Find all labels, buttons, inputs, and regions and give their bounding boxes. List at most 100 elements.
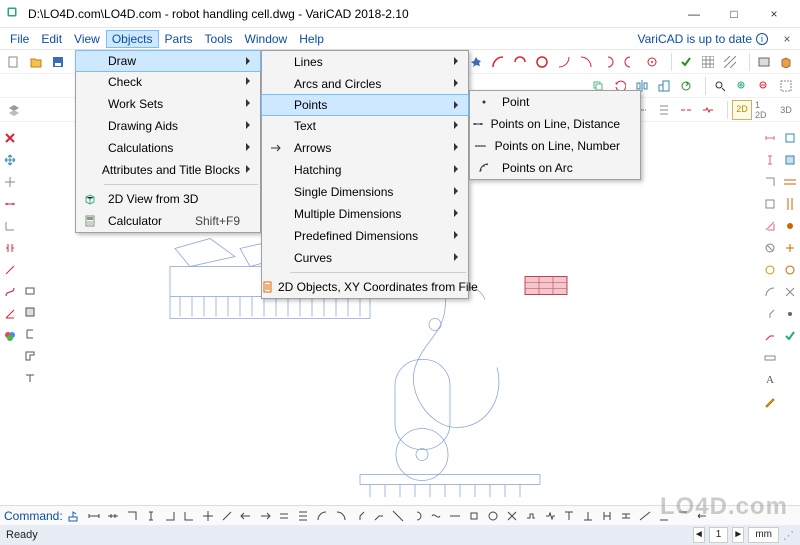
layers-icon[interactable] (4, 100, 24, 120)
arc-red-icon[interactable] (488, 52, 508, 72)
draw-submenu-item-3[interactable]: Text (262, 115, 468, 137)
edit-text-icon[interactable] (760, 392, 780, 412)
rv4-icon[interactable] (780, 194, 800, 214)
draw-submenu-item-1[interactable]: Arcs and Circles (262, 73, 468, 95)
bottom-tool-12-icon[interactable] (313, 507, 331, 525)
bottom-tool-9-icon[interactable] (256, 507, 274, 525)
bottom-tool-0-icon[interactable] (85, 507, 103, 525)
dim7-icon[interactable] (760, 260, 780, 280)
menu-view[interactable]: View (68, 30, 106, 48)
bottom-tool-22-icon[interactable] (503, 507, 521, 525)
dim8-icon[interactable] (760, 282, 780, 302)
bottom-tool-18-icon[interactable] (427, 507, 445, 525)
menu-parts[interactable]: Parts (159, 30, 199, 48)
bottom-tool-7-icon[interactable] (218, 507, 236, 525)
rv2-icon[interactable] (780, 150, 800, 170)
bottom-tool-20-icon[interactable] (465, 507, 483, 525)
bottom-tool-27-icon[interactable] (598, 507, 616, 525)
objects-menu-item-8[interactable]: CalculatorShift+F9 (76, 210, 260, 232)
dim4-icon[interactable] (760, 194, 780, 214)
tee-icon[interactable] (20, 368, 40, 388)
bottom-tool-23-icon[interactable] (522, 507, 540, 525)
menu-help[interactable]: Help (293, 30, 330, 48)
rv3-icon[interactable] (780, 172, 800, 192)
draw-submenu-item-7[interactable]: Multiple Dimensions (262, 203, 468, 225)
explode-icon[interactable] (466, 52, 486, 72)
leader-icon[interactable] (760, 326, 780, 346)
dim2-icon[interactable] (760, 150, 780, 170)
angle-icon[interactable] (0, 304, 20, 324)
bottom-tool-13-icon[interactable] (332, 507, 350, 525)
arc6-icon[interactable] (598, 52, 618, 72)
check-icon[interactable] (676, 52, 696, 72)
rv6-icon[interactable] (780, 238, 800, 258)
draw-submenu-item-6[interactable]: Single Dimensions (262, 181, 468, 203)
delete-icon[interactable] (0, 128, 20, 148)
new-file-icon[interactable] (4, 52, 24, 72)
draw-submenu-item-0[interactable]: Lines (262, 51, 468, 73)
bottom-tool-30-icon[interactable] (655, 507, 673, 525)
dim3-icon[interactable] (760, 172, 780, 192)
hatch1-icon[interactable] (698, 52, 718, 72)
draw-submenu-item-5[interactable]: Hatching (262, 159, 468, 181)
rv8-icon[interactable] (780, 282, 800, 302)
bottom-tool-5-icon[interactable] (180, 507, 198, 525)
objects-menu-item-7[interactable]: 2D View from 3D (76, 188, 260, 210)
bottom-tool-3-icon[interactable] (142, 507, 160, 525)
3d-label-icon[interactable]: 3D (776, 100, 796, 120)
points-submenu-item-3[interactable]: Points on Arc (470, 157, 640, 179)
rv1-icon[interactable] (780, 128, 800, 148)
bottom-tool-8-icon[interactable] (237, 507, 255, 525)
draw-submenu-item-9[interactable]: Curves (262, 247, 468, 269)
snap-icon[interactable] (0, 172, 20, 192)
bottom-tool-29-icon[interactable] (636, 507, 654, 525)
minimize-button[interactable]: — (674, 0, 714, 28)
objects-menu-item-5[interactable]: Attributes and Title Blocks (76, 159, 260, 181)
objects-menu-item-1[interactable]: Check (76, 71, 260, 93)
bracket-icon[interactable] (0, 238, 20, 258)
curve-icon[interactable] (0, 282, 20, 302)
grid-red-icon[interactable] (0, 194, 20, 214)
status-seg-mm[interactable]: mm (748, 527, 779, 543)
bottom-tool-31-icon[interactable] (674, 507, 692, 525)
panel-close-icon[interactable]: × (778, 32, 796, 46)
channel-icon[interactable] (20, 324, 40, 344)
bottom-tool-28-icon[interactable] (617, 507, 635, 525)
rv9-icon[interactable] (780, 304, 800, 324)
dim9-icon[interactable] (760, 304, 780, 324)
bottom-tool-21-icon[interactable] (484, 507, 502, 525)
2d-label-icon[interactable]: 2D (732, 100, 752, 120)
draw-submenu-item-2[interactable]: Points (261, 94, 469, 116)
maximize-button[interactable]: □ (714, 0, 754, 28)
cycle-icon[interactable] (676, 76, 696, 96)
menu-edit[interactable]: Edit (35, 30, 68, 48)
box3d-icon[interactable] (776, 52, 796, 72)
hatch2-icon[interactable] (720, 52, 740, 72)
objects-menu-item-0[interactable]: Draw (75, 50, 261, 72)
resize-grip-icon[interactable]: ⋰ (783, 529, 794, 542)
arc4-icon[interactable] (554, 52, 574, 72)
line-red-icon[interactable] (0, 260, 20, 280)
zoom-out-icon[interactable] (754, 76, 774, 96)
bottom-tool-17-icon[interactable] (408, 507, 426, 525)
zoom-window-icon[interactable] (776, 76, 796, 96)
status-next-button[interactable]: ► (732, 527, 744, 543)
tol-icon[interactable] (760, 348, 780, 368)
status-seg-1[interactable]: 1 (709, 527, 729, 543)
points-submenu-item-0[interactable]: Point (470, 91, 640, 113)
profile-icon[interactable] (20, 346, 40, 366)
arc3-icon[interactable] (532, 52, 552, 72)
menu-tools[interactable]: Tools (199, 30, 239, 48)
draw-submenu-item-4[interactable]: Arrows (262, 137, 468, 159)
save-icon[interactable] (48, 52, 68, 72)
objects-menu-item-2[interactable]: Work Sets (76, 93, 260, 115)
bottom-tool-24-icon[interactable] (541, 507, 559, 525)
ortho-icon[interactable] (0, 216, 20, 236)
bottom-tool-32-icon[interactable] (693, 507, 711, 525)
bottom-tool-25-icon[interactable] (560, 507, 578, 525)
bottom-tool-16-icon[interactable] (389, 507, 407, 525)
break2-icon[interactable] (698, 100, 718, 120)
bottom-tool-10-icon[interactable] (275, 507, 293, 525)
open-file-icon[interactable] (26, 52, 46, 72)
bottom-tool-15-icon[interactable] (370, 507, 388, 525)
